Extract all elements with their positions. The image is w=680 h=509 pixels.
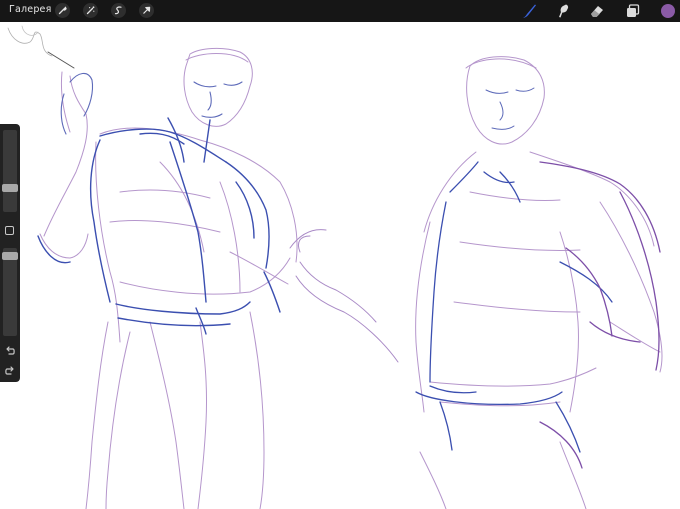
modify-button[interactable] bbox=[5, 226, 14, 235]
color-picker-button[interactable] bbox=[661, 4, 675, 18]
sketch-artwork bbox=[7, 25, 663, 509]
drawing-canvas[interactable] bbox=[0, 22, 680, 509]
smudge-icon[interactable] bbox=[554, 2, 572, 20]
undo-icon[interactable] bbox=[4, 342, 16, 355]
brush-size-slider[interactable] bbox=[2, 130, 18, 212]
gallery-button[interactable]: Галерея bbox=[9, 4, 52, 15]
top-toolbar: Галерея bbox=[0, 0, 680, 22]
selection-icon[interactable] bbox=[111, 3, 126, 18]
layers-icon[interactable] bbox=[624, 2, 642, 20]
redo-icon[interactable] bbox=[4, 362, 16, 375]
opacity-slider-handle[interactable] bbox=[2, 252, 18, 260]
magic-wand-icon[interactable] bbox=[83, 3, 98, 18]
transform-arrow-icon[interactable] bbox=[139, 3, 154, 18]
opacity-slider[interactable] bbox=[2, 248, 18, 336]
left-sidebar bbox=[0, 124, 20, 382]
brush-icon[interactable] bbox=[520, 2, 538, 20]
brush-size-slider-handle[interactable] bbox=[2, 184, 18, 192]
eraser-icon[interactable] bbox=[588, 2, 606, 20]
wrench-icon[interactable] bbox=[55, 3, 70, 18]
